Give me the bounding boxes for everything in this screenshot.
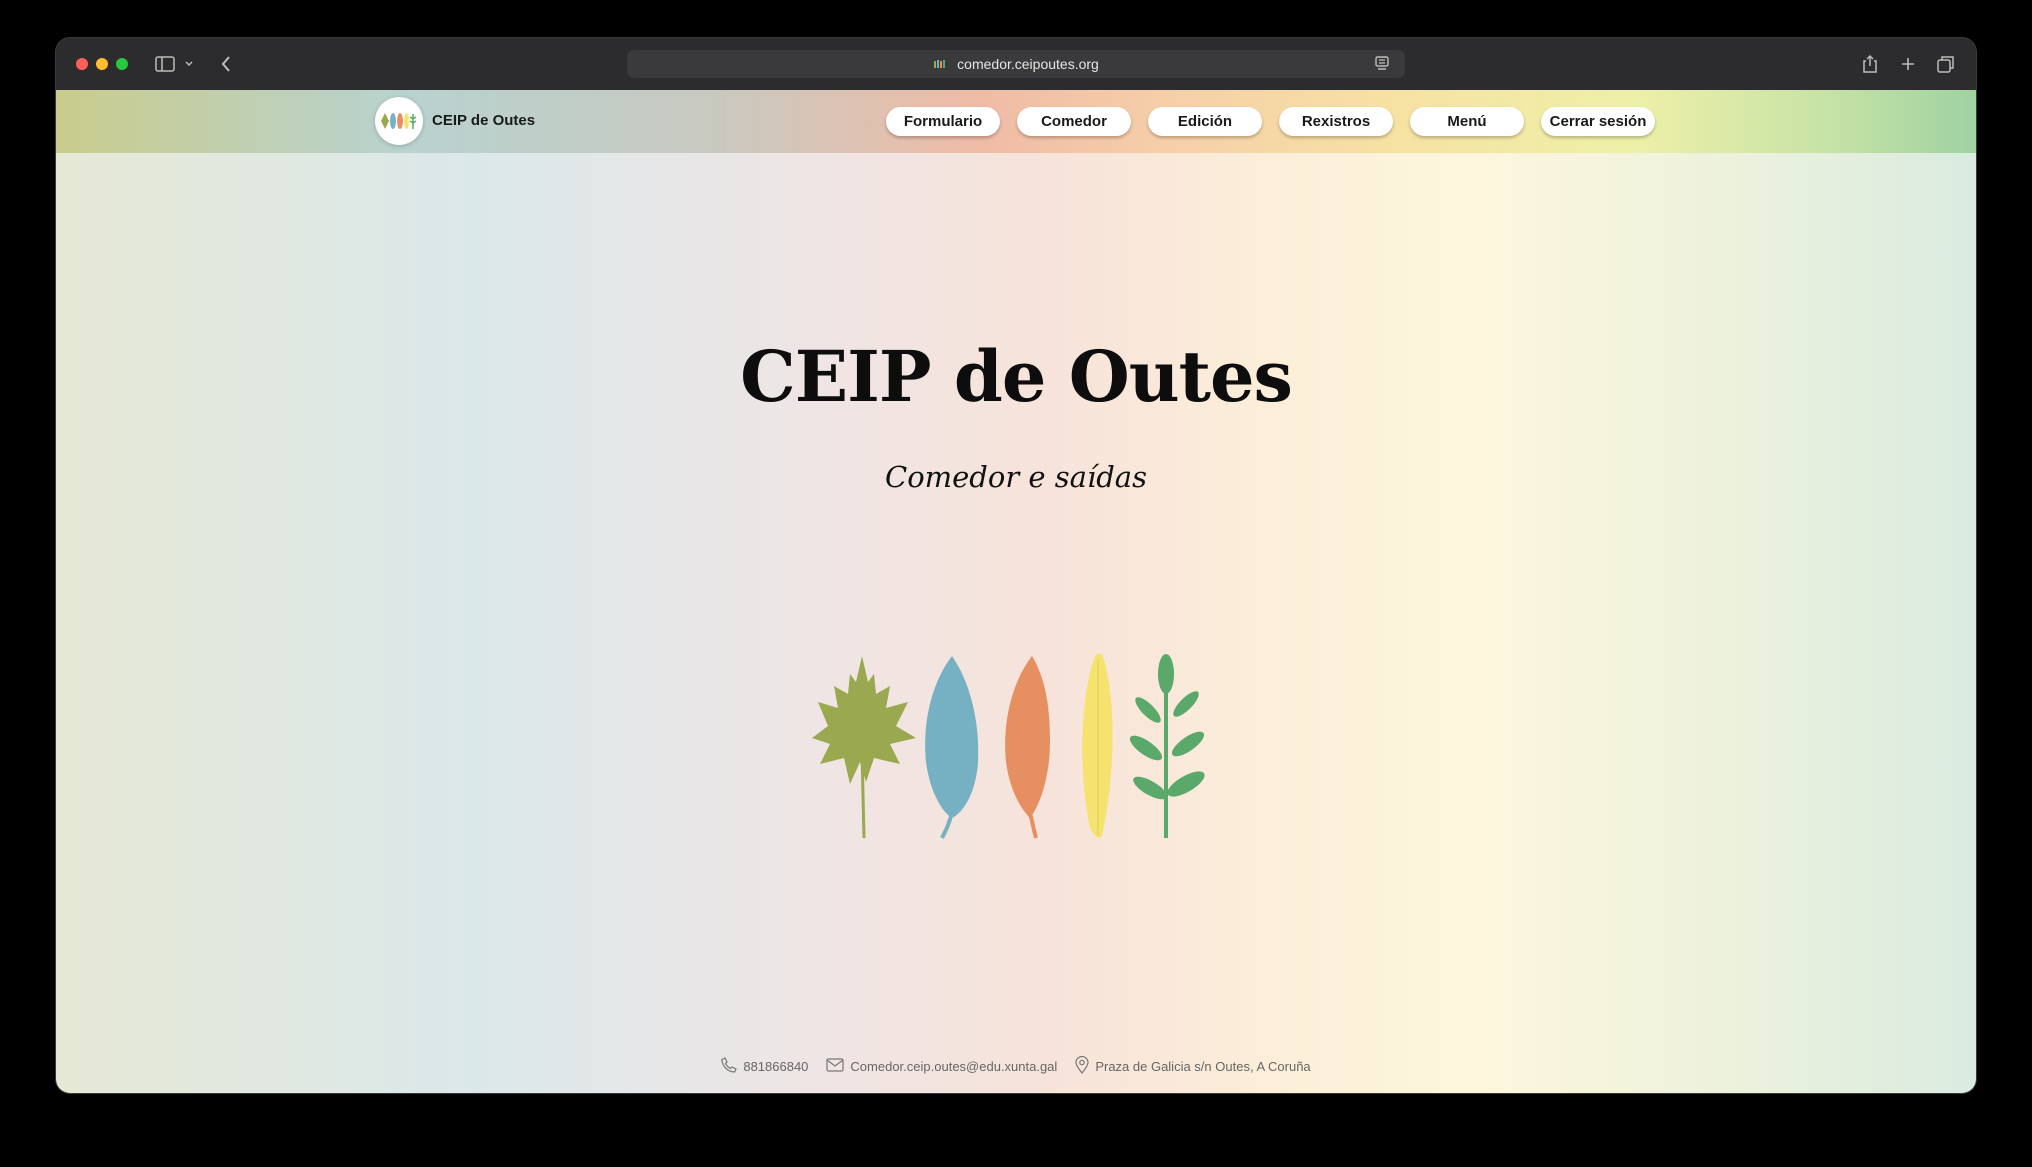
zoom-window-button[interactable] [116, 58, 128, 70]
sidebar-icon[interactable] [152, 52, 178, 76]
site-favicon [933, 58, 947, 70]
nav-cerrar-sesion-button[interactable]: Cerrar sesión [1541, 107, 1655, 136]
close-window-button[interactable] [76, 58, 88, 70]
site-header: CEIP de Outes Formulario Comedor Edición… [56, 90, 1976, 153]
footer-email[interactable]: Comedor.ceip.outes@edu.xunta.gal [826, 1058, 1057, 1075]
location-pin-icon [1075, 1055, 1089, 1077]
leaves-illustration [812, 654, 1205, 839]
reader-icon[interactable] [1375, 56, 1389, 75]
new-tab-icon[interactable] [1898, 52, 1918, 76]
blue-leaf-icon [925, 656, 979, 839]
nav-edicion-button[interactable]: Edición [1148, 107, 1262, 136]
green-sprig-icon [1129, 654, 1205, 838]
address-bar[interactable]: comedor.ceipoutes.org [627, 50, 1405, 78]
nav-rexistros-button[interactable]: Rexistros [1279, 107, 1393, 136]
orange-leaf-icon [1005, 656, 1050, 839]
nav-formulario-button[interactable]: Formulario [886, 107, 1000, 136]
chevron-down-icon[interactable] [182, 52, 196, 76]
page-title: CEIP de Outes [740, 335, 1293, 418]
page-subtitle: Comedor e saídas [885, 460, 1147, 494]
nav-menu-button[interactable]: Menú [1410, 107, 1524, 136]
back-icon[interactable] [216, 52, 236, 76]
mail-icon [826, 1058, 845, 1075]
browser-window: comedor.ceipoutes.org CEIP de Outes Form… [56, 38, 1976, 1093]
share-icon[interactable] [1860, 52, 1880, 76]
phone-icon [721, 1057, 738, 1076]
nav-comedor-button[interactable]: Comedor [1017, 107, 1131, 136]
minimize-window-button[interactable] [96, 58, 108, 70]
main-nav: Formulario Comedor Edición Rexistros Men… [56, 107, 1976, 136]
footer-address[interactable]: Praza de Galicia s/n Outes, A Coruña [1075, 1055, 1311, 1077]
site-footer: 881866840 Comedor.ceip.outes@edu.xunta.g… [56, 1055, 1976, 1077]
tabs-overview-icon[interactable] [1935, 52, 1957, 76]
web-page: CEIP de Outes Formulario Comedor Edición… [56, 90, 1976, 1093]
maple-leaf-icon [812, 656, 916, 839]
url-text: comedor.ceipoutes.org [957, 56, 1099, 72]
footer-phone[interactable]: 881866840 [721, 1057, 808, 1076]
browser-toolbar: comedor.ceipoutes.org [56, 38, 1976, 91]
yellow-leaf-icon [1082, 654, 1113, 838]
